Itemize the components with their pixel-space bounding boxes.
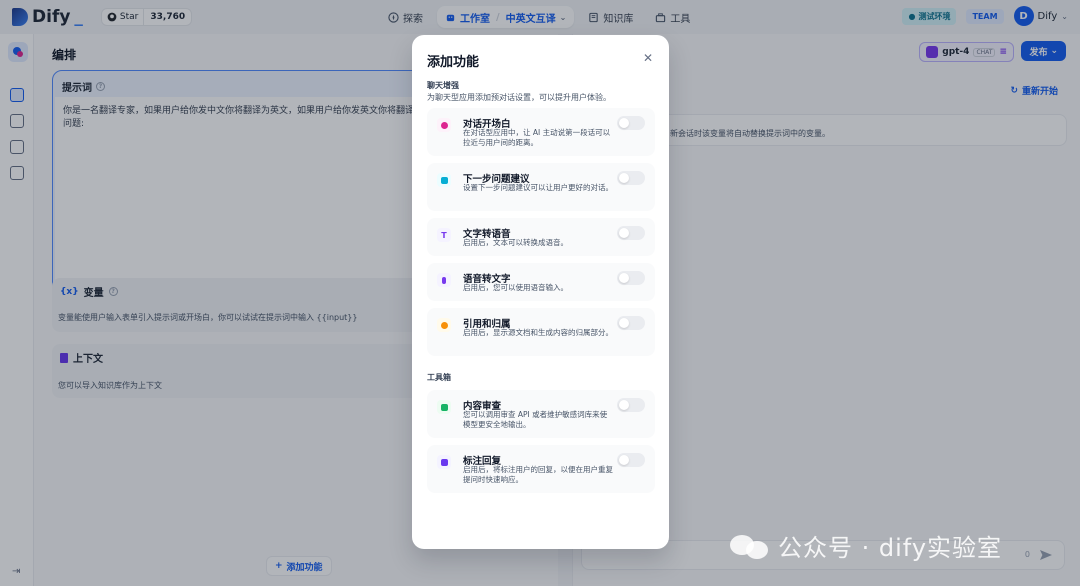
feature-moderation: 内容审查 您可以调用审查 API 或者维护敏感词库来使模型更安全地输出。 bbox=[427, 390, 655, 438]
shield-check-icon bbox=[437, 400, 451, 414]
group-label-chat: 聊天增强 bbox=[427, 81, 459, 90]
feature-annotation-reply: 标注回复 启用后，将标注用户的回复，以便在用户重复提问时快速响应。 bbox=[427, 445, 655, 493]
group-label-toolbox: 工具箱 bbox=[427, 373, 451, 382]
annotation-reply-toggle[interactable] bbox=[617, 453, 645, 467]
suggested-questions-toggle[interactable] bbox=[617, 171, 645, 185]
text-to-speech-icon: T bbox=[437, 228, 451, 242]
feature-citation: 引用和归属 启用后，显示源文档和生成内容的归属部分。 bbox=[427, 308, 655, 356]
group-desc-chat: 为聊天型应用添加预对话设置，可以提升用户体验。 bbox=[427, 93, 611, 102]
feature-speech-to-text: 语音转文字 启用后，您可以使用语音输入。 bbox=[427, 263, 655, 301]
add-feature-modal: 添加功能 ✕ 聊天增强 为聊天型应用添加预对话设置，可以提升用户体验。 对话开场… bbox=[412, 35, 669, 549]
microphone-icon bbox=[437, 273, 451, 287]
opening-statement-toggle[interactable] bbox=[617, 116, 645, 130]
message-suggest-icon bbox=[437, 173, 451, 187]
citation-icon bbox=[437, 318, 451, 332]
wechat-watermark: 公众号 · dify实验室 bbox=[730, 528, 1002, 563]
feature-opening-statement: 对话开场白 在对话型应用中，让 AI 主动说第一段话可以拉近与用户间的距离。 bbox=[427, 108, 655, 156]
speech-to-text-toggle[interactable] bbox=[617, 271, 645, 285]
modal-title: 添加功能 bbox=[427, 55, 480, 70]
chat-bubble-icon bbox=[437, 118, 451, 132]
feature-text-to-speech: T 文字转语音 启用后，文本可以转换成语音。 bbox=[427, 218, 655, 256]
wechat-icon bbox=[730, 532, 770, 560]
citation-toggle[interactable] bbox=[617, 316, 645, 330]
annotation-icon bbox=[437, 455, 451, 469]
feature-suggested-questions: 下一步问题建议 设置下一步问题建议可以让用户更好的对话。 bbox=[427, 163, 655, 211]
close-icon[interactable]: ✕ bbox=[643, 51, 653, 65]
moderation-toggle[interactable] bbox=[617, 398, 645, 412]
text-to-speech-toggle[interactable] bbox=[617, 226, 645, 240]
